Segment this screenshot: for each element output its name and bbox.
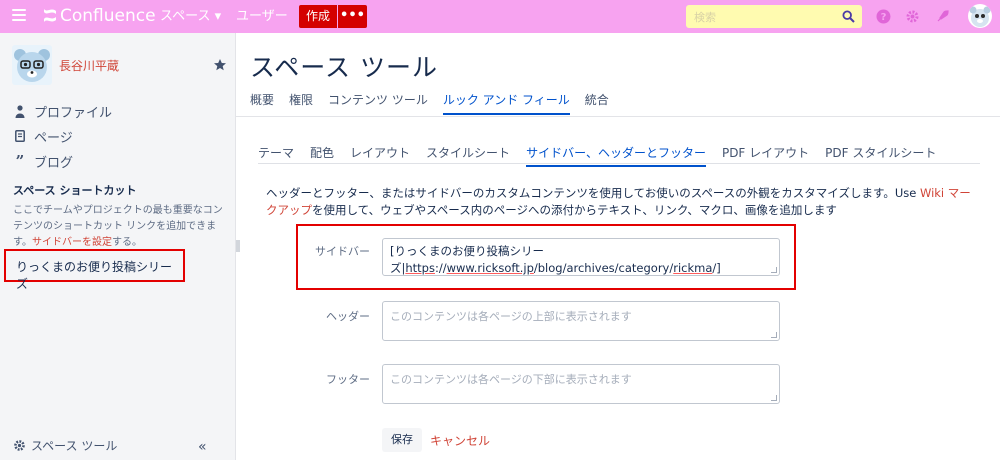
header-placeholder: このコンテンツは各ページの上部に表示されます [390, 310, 632, 323]
page-title: スペース ツール [250, 53, 438, 82]
nav-users-link[interactable]: ユーザー [236, 8, 288, 25]
nav-spaces-label: スペース [160, 9, 211, 24]
footer-placeholder: このコンテンツは各ページの下部に表示されます [390, 373, 632, 386]
sidebar-item-profile[interactable]: プロファイル [14, 101, 112, 121]
create-button[interactable]: 作成 [299, 5, 337, 28]
footer-content-textarea[interactable]: このコンテンツは各ページの下部に表示されます [382, 364, 780, 404]
gear-icon[interactable] [905, 9, 920, 24]
space-avatar[interactable] [12, 45, 52, 85]
quote-icon: ” [15, 152, 25, 170]
sidebar-item-label: ページ [34, 130, 73, 146]
subtab-pdf-stylesheet[interactable]: PDF スタイルシート [825, 144, 936, 163]
tab-overview[interactable]: 概要 [250, 91, 274, 113]
header-field-label: ヘッダー [326, 310, 370, 323]
look-and-feel-subtabs: テーマ 配色 レイアウト スタイルシート サイドバー、ヘッダーとフッター PDF… [258, 144, 980, 167]
shortcuts-description-suffix: する。 [112, 237, 142, 248]
tab-look-and-feel[interactable]: ルック アンド フィール [442, 91, 570, 115]
search-icon[interactable] [842, 10, 855, 23]
top-navigation-bar: Confluence スペース ▾ ユーザー 作成 ••• 検索 ? [0, 0, 1000, 33]
shortcut-link-label: りっくまのお便り投稿シリーズ [16, 260, 173, 291]
cancel-button[interactable]: キャンセル [430, 432, 490, 449]
user-avatar[interactable] [968, 4, 992, 28]
header-content-textarea[interactable]: このコンテンツは各ページの上部に表示されます [382, 301, 780, 341]
space-tools-tabs: 概要 権限 コンテンツ ツール ルック アンド フィール 統合 [250, 91, 624, 115]
sidebar-field-highlight [296, 224, 796, 290]
tab-integrations[interactable]: 統合 [585, 91, 609, 113]
shortcuts-description: ここでチームやプロジェクトの最も重要なコンテンツのショートカット リンクを追加で… [13, 203, 231, 251]
save-button[interactable]: 保存 [382, 428, 422, 452]
collapse-sidebar-icon[interactable]: « [198, 440, 207, 454]
subtab-colors[interactable]: 配色 [310, 144, 334, 163]
svg-text:?: ? [881, 12, 887, 23]
app-switcher-icon[interactable] [12, 9, 26, 23]
confluence-logo-text[interactable]: Confluence [60, 5, 156, 27]
subtab-layout[interactable]: レイアウト [350, 144, 410, 163]
intro-text-part2: を使用して、ウェブやスペース内のページへの添付からテキスト、リンク、マクロ、画像… [312, 203, 837, 217]
sidebar-resize-handle[interactable] [236, 240, 240, 252]
shortcuts-heading: スペース ショートカット [13, 184, 137, 197]
space-tools-menu[interactable]: スペース ツール [13, 437, 117, 454]
search-input[interactable]: 検索 [686, 5, 862, 28]
intro-text: ヘッダーとフッター、またはサイドバーのカスタムコンテンツを使用してお使いのスペー… [266, 185, 976, 219]
nav-spaces-menu[interactable]: スペース ▾ [160, 8, 221, 25]
space-name[interactable]: 長谷川平蔵 [59, 57, 119, 74]
textarea-resize-handle[interactable] [771, 395, 777, 401]
textarea-resize-handle[interactable] [771, 332, 777, 338]
subtab-theme[interactable]: テーマ [258, 144, 294, 163]
gear-icon [14, 440, 25, 451]
search-placeholder: 検索 [694, 11, 716, 24]
subtab-pdf-layout[interactable]: PDF レイアウト [722, 144, 809, 163]
space-tools-label: スペース ツール [31, 439, 118, 453]
subtab-sidebar-header-footer[interactable]: サイドバー、ヘッダーとフッター [526, 144, 706, 167]
sidebar-item-pages[interactable]: ページ [14, 126, 73, 146]
chevron-down-icon: ▾ [214, 9, 222, 24]
confluence-logo-icon[interactable] [42, 8, 58, 24]
help-icon[interactable]: ? [876, 9, 891, 24]
page-icon [14, 129, 26, 143]
subtab-stylesheet[interactable]: スタイルシート [426, 144, 510, 163]
sidebar-item-blog[interactable]: ” ブログ [14, 151, 73, 171]
space-sidebar: 長谷川平蔵 プロファイル ページ ” ブログ スペース ショートカット ここでチ… [0, 33, 236, 460]
tab-permissions[interactable]: 権限 [289, 91, 313, 113]
star-icon[interactable] [213, 58, 227, 72]
sidebar-item-label: ブログ [34, 155, 74, 171]
person-icon [14, 104, 26, 118]
intro-text-part1: ヘッダーとフッター、またはサイドバーのカスタムコンテンツを使用してお使いのスペー… [266, 186, 920, 200]
configure-sidebar-link[interactable]: サイドバーを設定 [32, 237, 112, 248]
notifications-icon[interactable] [935, 9, 950, 24]
footer-field-label: フッター [326, 373, 370, 386]
tab-content-tools[interactable]: コンテンツ ツール [328, 91, 428, 113]
sidebar-item-label: プロファイル [34, 105, 113, 121]
tabs-divider [236, 116, 1000, 117]
create-more-button[interactable]: ••• [338, 5, 367, 28]
shortcut-link-rickma-series[interactable]: りっくまのお便り投稿シリーズ [4, 249, 185, 291]
